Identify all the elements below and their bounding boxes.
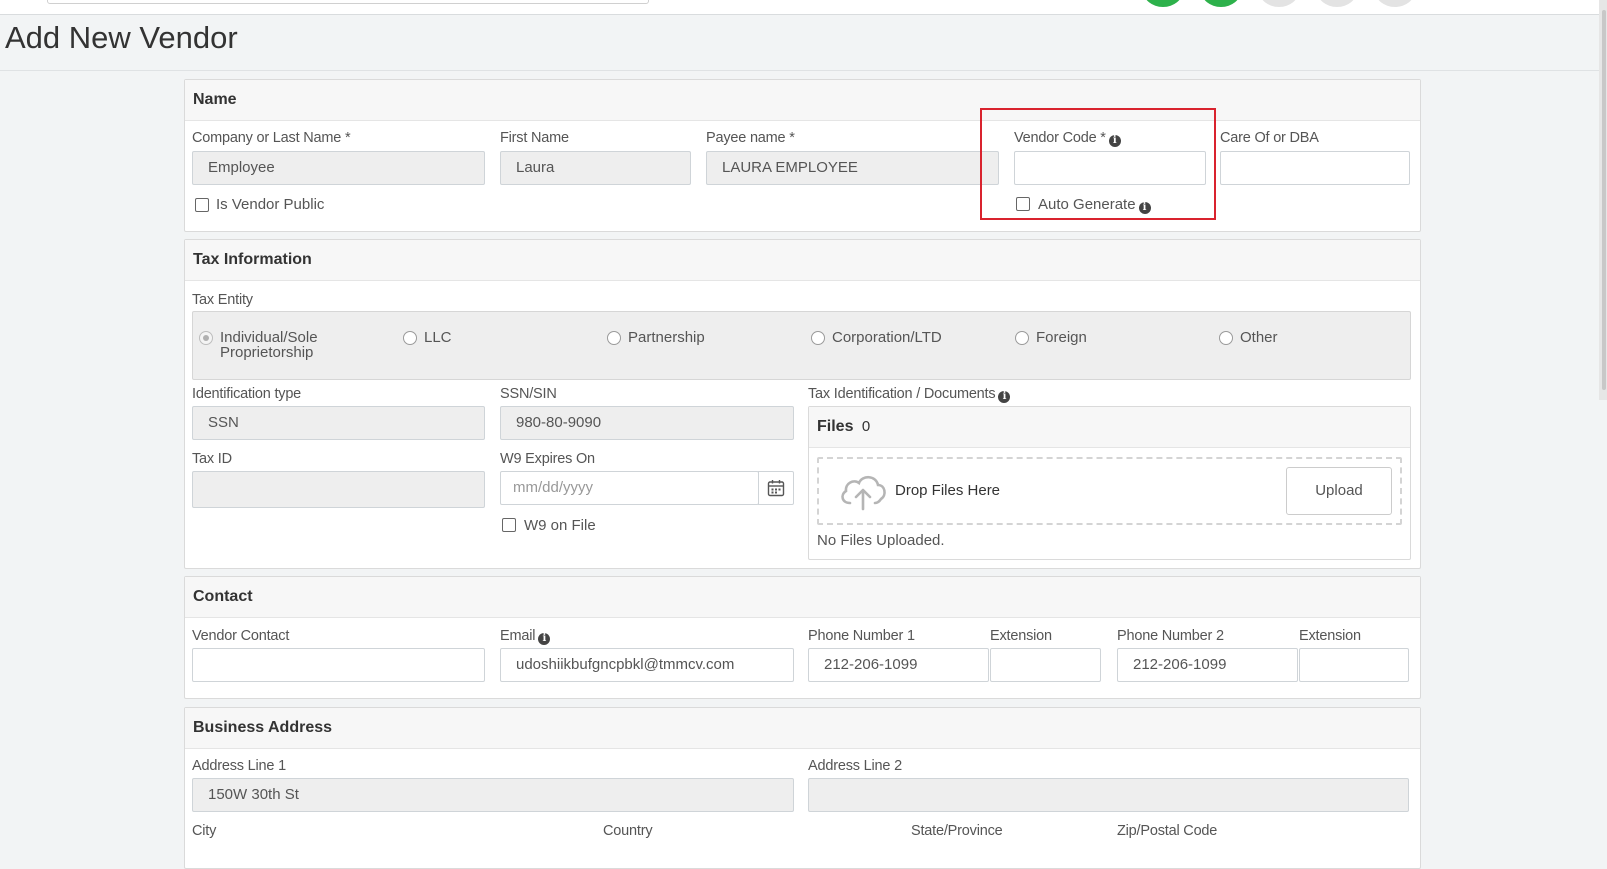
address-line1-label: Address Line 1 bbox=[192, 758, 286, 774]
w9-on-file-label: W9 on File bbox=[524, 517, 596, 534]
radio-corporation-label: Corporation/LTD bbox=[832, 329, 942, 346]
state-label: State/Province bbox=[911, 823, 1003, 839]
business-address-heading: Business Address bbox=[185, 708, 1420, 749]
radio-partnership[interactable] bbox=[607, 331, 621, 345]
status-dot-3[interactable] bbox=[1259, 0, 1299, 7]
zip-label: Zip/Postal Code bbox=[1117, 823, 1218, 839]
email-label: Email i bbox=[500, 628, 551, 645]
info-icon[interactable]: i bbox=[998, 391, 1011, 403]
w9-expires-placeholder: mm/dd/yyyy bbox=[513, 479, 594, 496]
files-count: 0 bbox=[861, 418, 871, 435]
company-label: Company or Last Name * bbox=[192, 130, 351, 146]
no-files-text: No Files Uploaded. bbox=[817, 532, 945, 549]
radio-foreign-label: Foreign bbox=[1036, 329, 1087, 346]
email-input[interactable]: udoshiikbufgncpbkl@tmmcv.com bbox=[500, 648, 794, 682]
city-label: City bbox=[192, 823, 217, 839]
scrollbar-thumb[interactable] bbox=[1602, 10, 1606, 390]
contact-panel-heading: Contact bbox=[185, 577, 1420, 618]
status-dot-2[interactable] bbox=[1201, 0, 1241, 7]
calendar-button[interactable] bbox=[758, 471, 794, 505]
address-line2-input[interactable] bbox=[808, 778, 1409, 812]
file-dropzone[interactable]: Drop Files Here Upload bbox=[817, 457, 1402, 525]
first-name-input[interactable]: Laura bbox=[500, 151, 691, 185]
payee-name-input[interactable]: LAURA EMPLOYEE bbox=[706, 151, 999, 185]
tax-entity-label: Tax Entity bbox=[192, 292, 253, 308]
radio-other-label: Other bbox=[1240, 329, 1278, 346]
w9-on-file-checkbox[interactable] bbox=[502, 518, 516, 532]
email-label-text: Email bbox=[500, 628, 536, 644]
tax-docs-label: Tax Identification / Documents i bbox=[808, 386, 1011, 403]
tax-docs-label-text: Tax Identification / Documents bbox=[808, 386, 996, 402]
care-of-input[interactable] bbox=[1220, 151, 1410, 185]
top-bar bbox=[0, 0, 1607, 15]
radio-individual-line2: Proprietorship bbox=[220, 344, 314, 361]
calendar-icon bbox=[767, 480, 785, 497]
radio-llc-label: LLC bbox=[424, 329, 452, 346]
ssn-label: SSN/SIN bbox=[500, 386, 557, 402]
first-name-label: First Name bbox=[500, 130, 569, 146]
tax-id-input[interactable] bbox=[192, 471, 485, 508]
company-input[interactable]: Employee bbox=[192, 151, 485, 185]
vendor-contact-input[interactable] bbox=[192, 648, 485, 682]
cloud-upload-icon bbox=[841, 475, 886, 511]
phone1-input[interactable]: 212-206-1099 bbox=[808, 648, 989, 682]
vendor-code-highlight bbox=[980, 108, 1216, 220]
tax-id-label: Tax ID bbox=[192, 451, 232, 467]
radio-individual-line1: Individual/Sole bbox=[220, 329, 318, 346]
w9-expires-input[interactable]: mm/dd/yyyy bbox=[500, 471, 759, 505]
tax-entity-group bbox=[192, 311, 1411, 380]
address-line1-input[interactable]: 150W 30th St bbox=[192, 778, 794, 812]
phone1-label: Phone Number 1 bbox=[808, 628, 915, 644]
radio-llc[interactable] bbox=[403, 331, 417, 345]
files-panel: Files 0 Drop Files Here Upload No Files … bbox=[808, 406, 1411, 560]
status-dot-4[interactable] bbox=[1317, 0, 1357, 7]
payee-name-label: Payee name * bbox=[706, 130, 795, 146]
radio-individual[interactable] bbox=[199, 331, 213, 345]
phone2-input[interactable]: 212-206-1099 bbox=[1117, 648, 1298, 682]
radio-other[interactable] bbox=[1219, 331, 1233, 345]
radio-foreign[interactable] bbox=[1015, 331, 1029, 345]
id-type-label: Identification type bbox=[192, 386, 302, 402]
page-title: Add New Vendor bbox=[5, 20, 238, 55]
radio-partnership-label: Partnership bbox=[628, 329, 705, 346]
files-heading-text: Files bbox=[817, 418, 854, 435]
extension2-label: Extension bbox=[1299, 628, 1361, 644]
country-label: Country bbox=[603, 823, 653, 839]
drop-files-text: Drop Files Here bbox=[895, 482, 1001, 499]
upload-button[interactable]: Upload bbox=[1286, 467, 1392, 515]
care-of-label: Care Of or DBA bbox=[1220, 130, 1319, 146]
extension1-label: Extension bbox=[990, 628, 1052, 644]
extension2-input[interactable] bbox=[1299, 648, 1409, 682]
w9-expires-label: W9 Expires On bbox=[500, 451, 595, 467]
is-vendor-public-label: Is Vendor Public bbox=[216, 196, 325, 213]
extension1-input[interactable] bbox=[990, 648, 1101, 682]
phone2-label: Phone Number 2 bbox=[1117, 628, 1224, 644]
global-search-input[interactable] bbox=[47, 0, 649, 4]
id-type-select[interactable]: SSN bbox=[192, 406, 485, 440]
files-heading: Files 0 bbox=[817, 418, 870, 436]
status-dot-1[interactable] bbox=[1143, 0, 1183, 7]
tax-panel-heading: Tax Information bbox=[185, 240, 1420, 281]
title-divider bbox=[0, 70, 1607, 71]
vendor-contact-label: Vendor Contact bbox=[192, 628, 290, 644]
address-line2-label: Address Line 2 bbox=[808, 758, 902, 774]
ssn-input[interactable]: 980-80-9090 bbox=[500, 406, 794, 440]
info-icon[interactable]: i bbox=[538, 633, 551, 645]
files-header bbox=[809, 407, 1410, 448]
radio-individual-label: Individual/Sole Proprietorship bbox=[220, 330, 318, 360]
name-panel-heading: Name bbox=[185, 80, 1420, 121]
radio-corporation[interactable] bbox=[811, 331, 825, 345]
status-dot-5[interactable] bbox=[1375, 0, 1415, 7]
is-vendor-public-checkbox[interactable] bbox=[195, 198, 209, 212]
vertical-scrollbar[interactable] bbox=[1599, 0, 1607, 400]
